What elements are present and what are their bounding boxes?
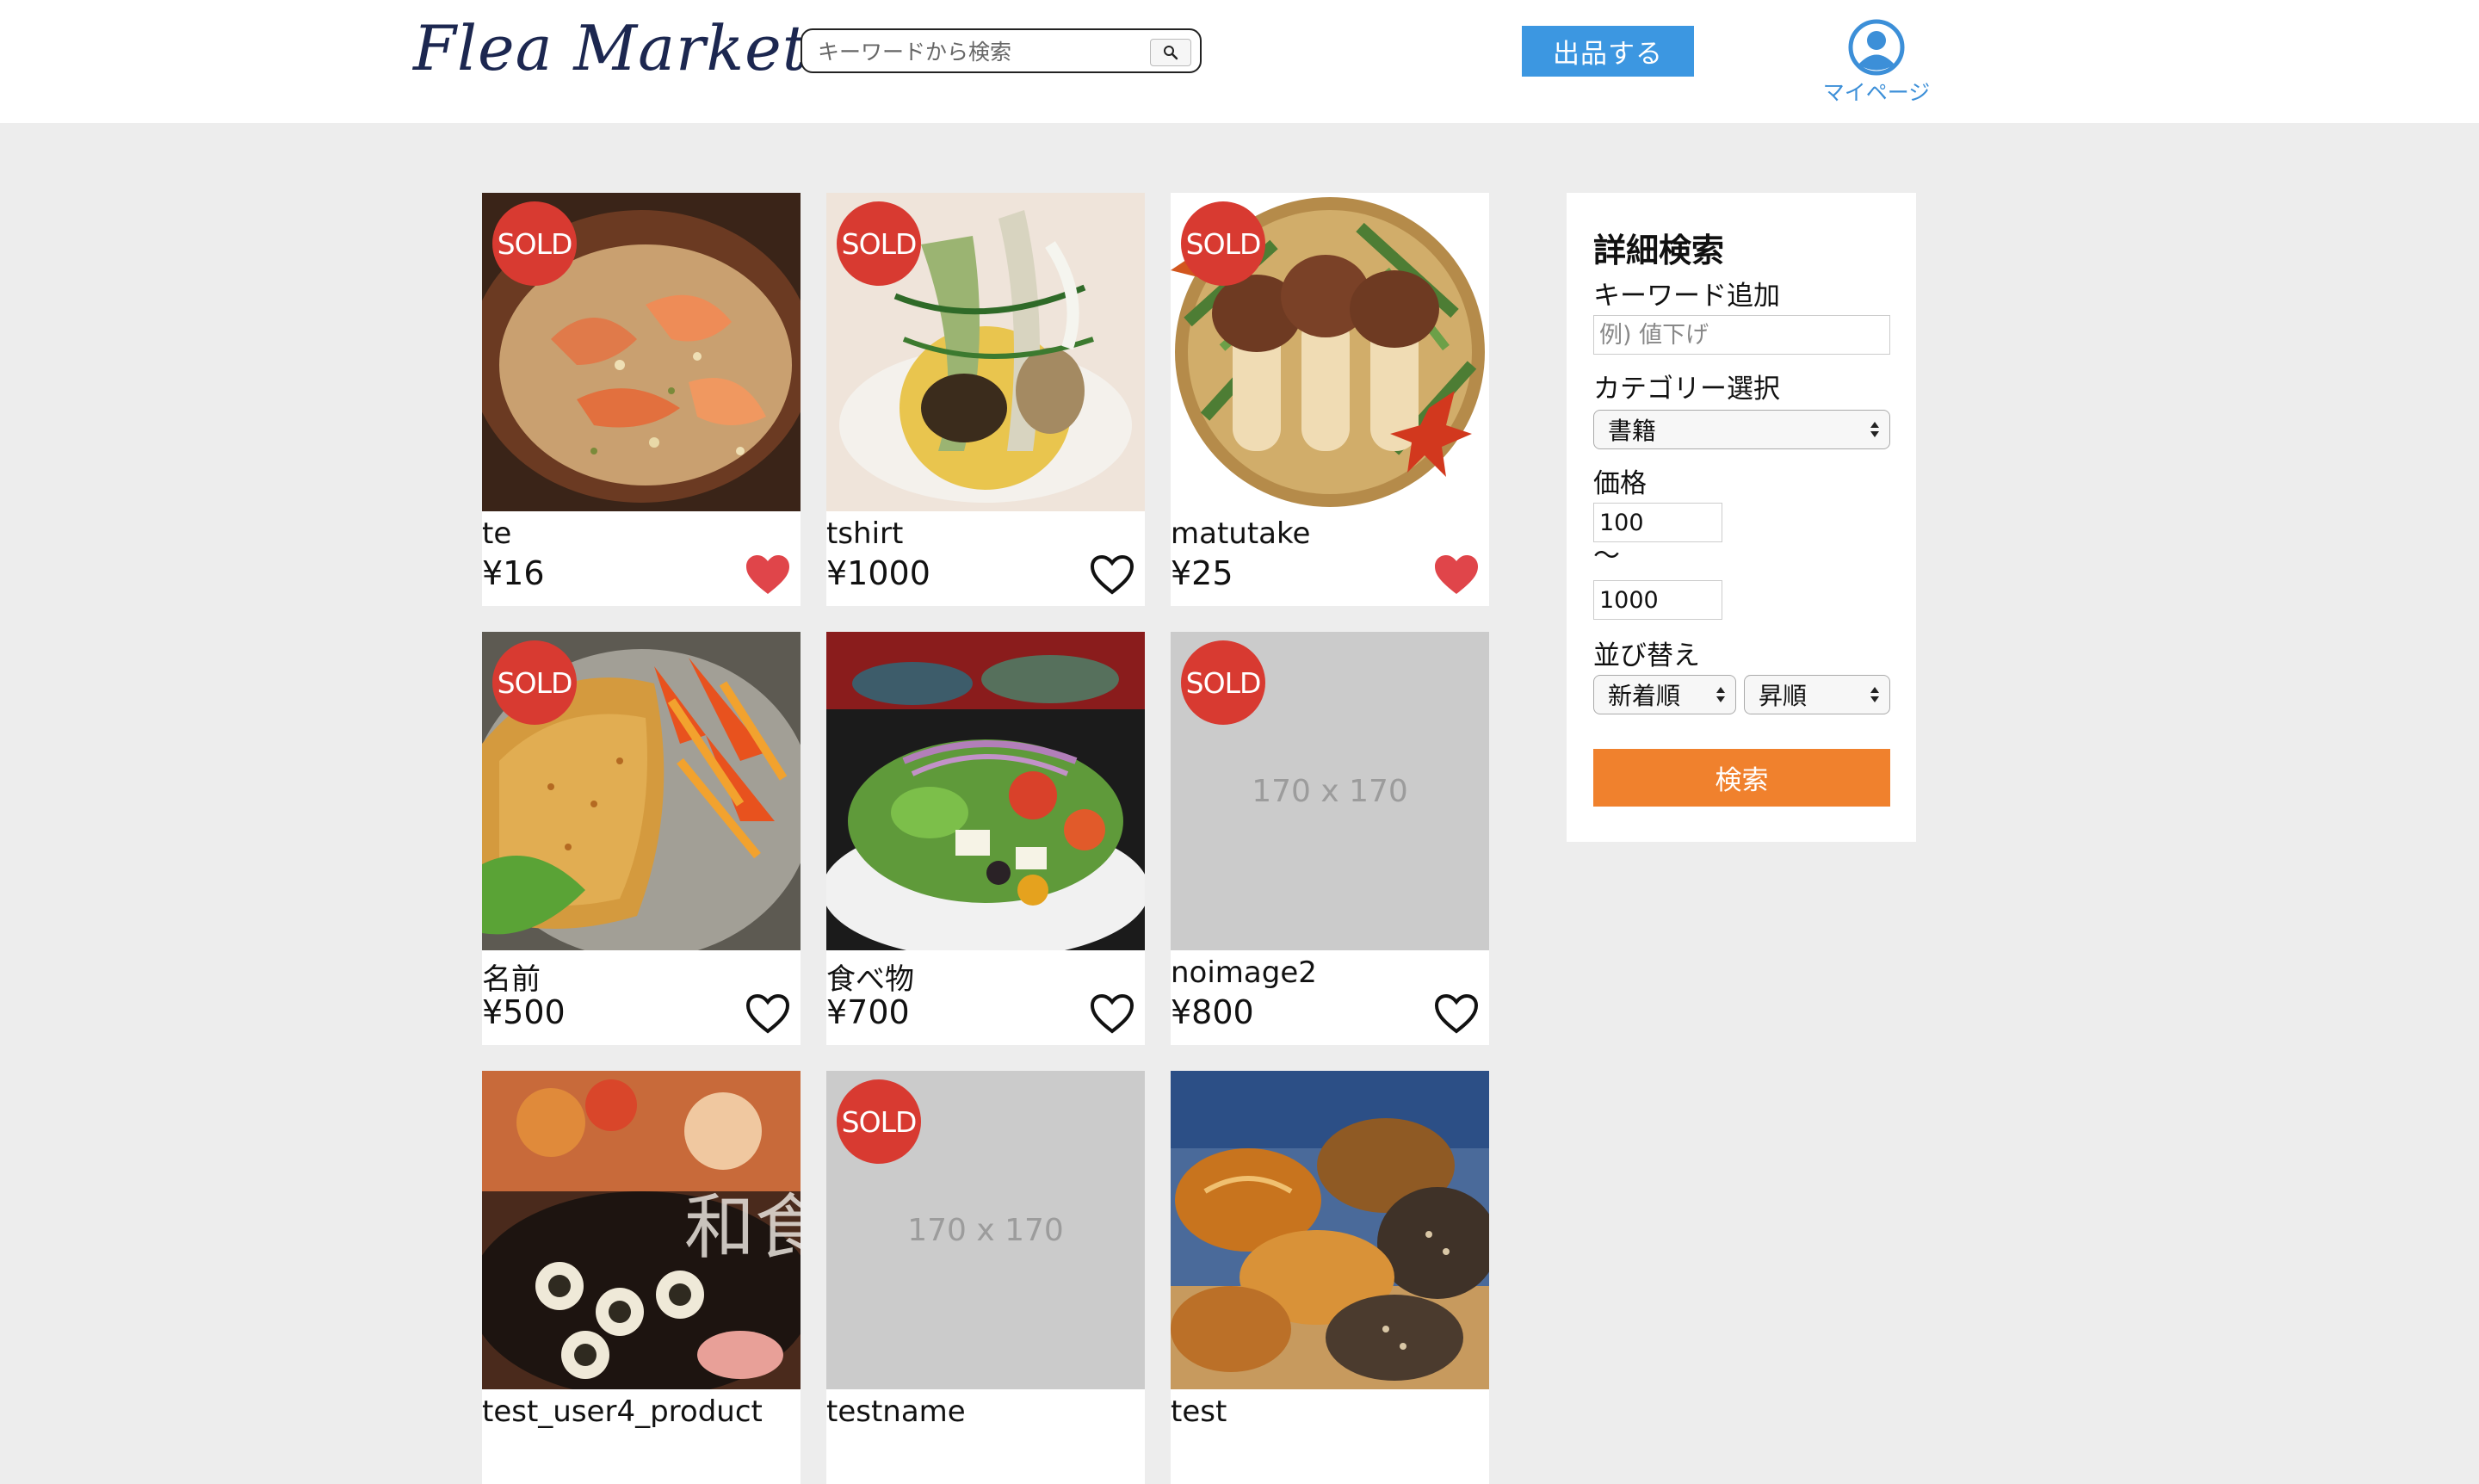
order-select[interactable]: 昇順 [1744, 675, 1890, 714]
header-search-input[interactable] [816, 35, 1147, 68]
header-search-button[interactable] [1150, 39, 1191, 66]
user-avatar-icon [1848, 19, 1905, 76]
sort-select-value: 新着順 [1608, 682, 1681, 710]
sell-button[interactable]: 出品する [1522, 26, 1694, 77]
sold-badge: SOLD [1181, 201, 1265, 286]
product-name: test [1171, 1394, 1227, 1429]
product-name: testname [826, 1394, 966, 1429]
sold-badge: SOLD [492, 201, 577, 286]
product-image[interactable] [1171, 1071, 1489, 1389]
product-card[interactable]: 和食 test_user4_product [482, 1071, 801, 1484]
product-price: ¥700 [826, 993, 910, 1031]
price-label: 価格 [1593, 468, 1647, 499]
product-price: ¥16 [482, 554, 545, 592]
product-name: noimage2 [1171, 955, 1317, 990]
heart-outline-icon[interactable] [1432, 992, 1481, 1036]
product-name: 名前 [482, 962, 541, 997]
product-card[interactable]: 170 x 170 SOLD testname [826, 1071, 1145, 1484]
product-name: matutake [1171, 516, 1311, 551]
category-select-value: 書籍 [1608, 417, 1657, 445]
sold-badge: SOLD [837, 1079, 921, 1164]
product-price: ¥500 [482, 993, 566, 1031]
order-select-value: 昇順 [1759, 682, 1808, 710]
product-price: ¥25 [1171, 554, 1233, 592]
japanese-food-image: 和食 [482, 1071, 801, 1389]
price-max-input[interactable] [1593, 580, 1722, 620]
mypage-link[interactable]: マイページ [1816, 19, 1937, 105]
heart-filled-icon[interactable] [1432, 553, 1481, 597]
site-logo[interactable]: Flea Market [413, 12, 808, 84]
heart-outline-icon[interactable] [744, 992, 792, 1036]
category-select[interactable]: 書籍 [1593, 410, 1890, 449]
category-label: カテゴリー選択 [1593, 374, 1780, 405]
product-card[interactable]: test [1171, 1071, 1489, 1484]
product-card[interactable]: 170 x 170 SOLD noimage2 ¥800 [1171, 632, 1489, 1045]
product-price: ¥800 [1171, 993, 1254, 1031]
sort-select[interactable]: 新着順 [1593, 675, 1736, 714]
product-card[interactable]: 食べ物 ¥700 [826, 632, 1145, 1045]
sort-label: 並び替え [1593, 640, 1700, 671]
search-icon [1164, 46, 1178, 60]
product-card[interactable]: SOLD matutake ¥25 [1171, 193, 1489, 606]
sold-badge: SOLD [492, 640, 577, 725]
bread-image [1171, 1071, 1489, 1389]
site-header: Flea Market 出品する マイページ [0, 0, 2479, 123]
product-image[interactable]: 和食 [482, 1071, 801, 1389]
advanced-search-button[interactable]: 検索 [1593, 749, 1890, 807]
salad-plate-image [826, 632, 1145, 950]
advanced-search-panel: 詳細検索 キーワード追加 カテゴリー選択 書籍 価格 〜 並び替え 新着順 昇順… [1567, 193, 1916, 842]
header-search [801, 28, 1202, 73]
heart-filled-icon[interactable] [744, 553, 792, 597]
product-card[interactable]: SOLD tshirt ¥1000 [826, 193, 1145, 606]
product-name: te [482, 516, 512, 551]
placeholder-text: 170 x 170 [1252, 773, 1408, 809]
select-arrows-icon [1870, 422, 1879, 437]
select-arrows-icon [1870, 687, 1879, 702]
product-card[interactable]: SOLD 名前 ¥500 [482, 632, 801, 1045]
mypage-label: マイページ [1822, 80, 1931, 105]
product-name: test_user4_product [482, 1394, 763, 1429]
price-separator: 〜 [1593, 541, 1620, 572]
keyword-input[interactable] [1593, 315, 1890, 355]
sold-badge: SOLD [1181, 640, 1265, 725]
placeholder-text: 170 x 170 [907, 1212, 1064, 1248]
heart-outline-icon[interactable] [1088, 553, 1136, 597]
product-name: 食べ物 [826, 962, 914, 997]
overlay-text: 和食 [684, 1187, 801, 1269]
panel-title: 詳細検索 [1593, 232, 1725, 269]
product-name: tshirt [826, 516, 904, 551]
product-card[interactable]: SOLD te ¥16 [482, 193, 801, 606]
sold-badge: SOLD [837, 201, 921, 286]
product-price: ¥1000 [826, 554, 930, 592]
product-image[interactable] [826, 632, 1145, 950]
heart-outline-icon[interactable] [1088, 992, 1136, 1036]
select-arrows-icon [1716, 687, 1725, 702]
keyword-label: キーワード追加 [1593, 281, 1780, 312]
